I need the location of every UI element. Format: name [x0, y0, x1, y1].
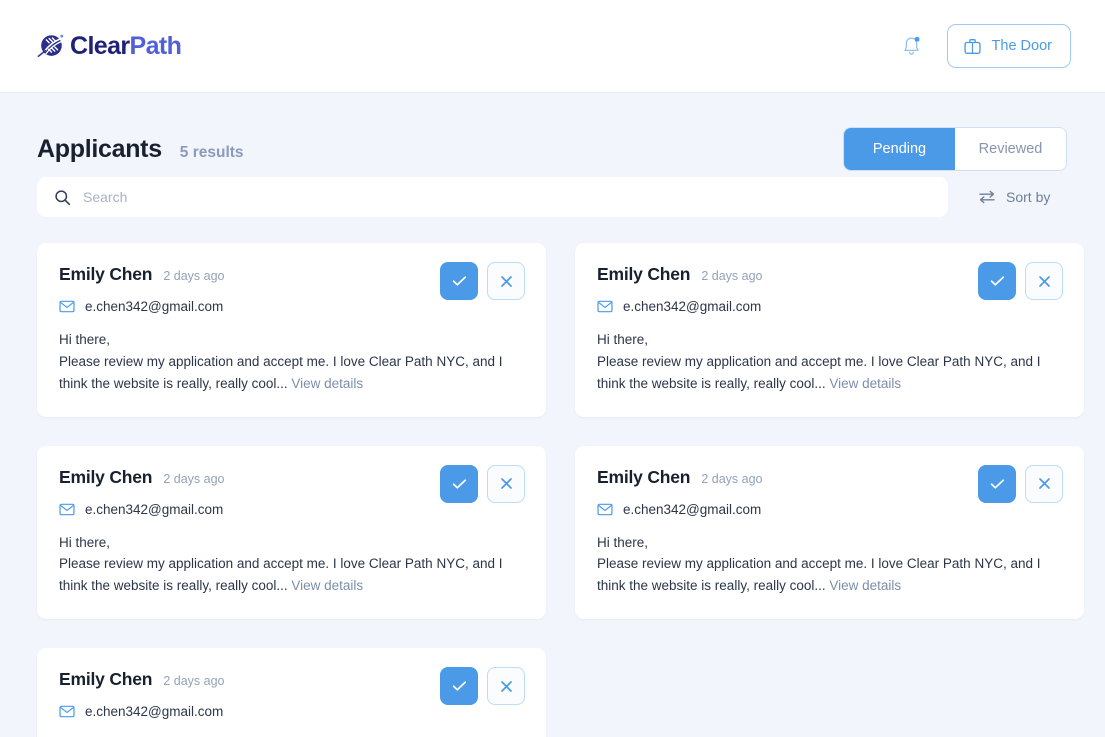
status-filter-tabs: Pending Reviewed [843, 127, 1067, 171]
applicant-email: e.chen342@gmail.com [623, 299, 762, 314]
view-details-link[interactable]: View details [829, 578, 901, 593]
accept-button[interactable] [440, 262, 478, 300]
close-icon [500, 478, 512, 489]
applicant-name: Emily Chen [597, 264, 691, 284]
search-box[interactable] [37, 177, 948, 217]
organization-label: The Door [991, 38, 1052, 54]
briefcase-icon [963, 38, 981, 54]
applicant-timestamp: 2 days ago [701, 471, 763, 486]
page-title-group: Applicants 5 results [37, 135, 244, 164]
applicant-message: Hi there, Please review my application a… [597, 532, 1045, 598]
applicant-message: Hi there, Please review my application a… [59, 532, 507, 598]
applicant-card[interactable]: Emily Chen 2 days ago e.chen342@gmail.co… [37, 445, 546, 620]
envelope-icon [59, 503, 75, 515]
header-actions: The Door [899, 24, 1071, 68]
organization-button[interactable]: The Door [946, 24, 1071, 68]
check-icon [990, 276, 1004, 286]
results-count: 5 results [179, 143, 244, 161]
applicant-email-row: e.chen342@gmail.com [59, 299, 524, 314]
message-body: Please review my application and accept … [59, 353, 503, 391]
view-details-link[interactable]: View details [829, 376, 901, 391]
check-icon [452, 681, 466, 691]
message-body: Please review my application and accept … [597, 353, 1041, 391]
brand-wordmark: ClearPath [70, 31, 182, 60]
applicant-email-row: e.chen342@gmail.com [597, 299, 1062, 314]
check-icon [990, 478, 1004, 489]
reject-button[interactable] [1025, 262, 1063, 300]
view-details-link[interactable]: View details [291, 578, 363, 593]
applicant-card[interactable]: Emily Chen 2 days ago e.chen342@gmail.co… [575, 243, 1084, 417]
applicant-timestamp: 2 days ago [163, 269, 225, 283]
applicant-message: Hi there, Please review my application a… [597, 329, 1045, 395]
applicant-card[interactable]: Emily Chen 2 days ago e.chen342@gmail.co… [37, 243, 546, 417]
accept-button[interactable] [440, 464, 478, 503]
close-icon [500, 680, 512, 692]
search-toolbar: Sort by [30, 177, 1075, 217]
applicant-email: e.chen342@gmail.com [85, 501, 224, 517]
search-input[interactable] [83, 189, 931, 205]
envelope-icon [59, 705, 75, 718]
page-header-row: Applicants 5 results Pending Reviewed [30, 93, 1075, 176]
applicant-actions [978, 262, 1063, 300]
page-content: Applicants 5 results Pending Reviewed So… [0, 93, 1105, 737]
accept-button[interactable] [440, 667, 478, 706]
applicant-timestamp: 2 days ago [163, 674, 225, 689]
bell-icon [904, 37, 920, 55]
message-greeting: Hi there, [59, 332, 111, 347]
message-body: Please review my application and accept … [59, 556, 503, 594]
check-icon [452, 276, 466, 286]
applicant-card[interactable]: Emily Chen 2 days ago e.chen342@gmail.co… [575, 445, 1084, 620]
applicant-name: Emily Chen [59, 669, 153, 690]
applicant-actions [978, 464, 1063, 503]
applicant-name: Emily Chen [59, 264, 153, 284]
envelope-icon [59, 300, 75, 313]
close-icon [1038, 478, 1050, 489]
envelope-icon [597, 503, 613, 515]
applicant-email-row: e.chen342@gmail.com [597, 502, 1062, 517]
accept-button[interactable] [978, 464, 1016, 503]
applicant-email: e.chen342@gmail.com [85, 704, 224, 720]
sort-by-button[interactable]: Sort by [978, 189, 1050, 205]
applicant-email: e.chen342@gmail.com [85, 299, 224, 314]
reject-button[interactable] [487, 667, 525, 706]
applicant-message: Hi there, Please review my application a… [59, 329, 507, 395]
applicant-card-grid: Emily Chen 2 days ago e.chen342@gmail.co… [30, 217, 1084, 737]
applicant-email-row: e.chen342@gmail.com [59, 502, 524, 517]
applicant-name: Emily Chen [59, 466, 153, 487]
message-greeting: Hi there, [597, 534, 649, 550]
applicant-card[interactable]: Emily Chen 2 days ago e.chen342@gmail.co… [37, 648, 546, 737]
applicant-actions [440, 667, 525, 706]
applicant-actions [440, 464, 525, 503]
check-icon [452, 478, 466, 489]
page-title: Applicants [37, 134, 162, 163]
accept-button[interactable] [978, 262, 1016, 300]
reject-button[interactable] [487, 464, 525, 503]
tab-reviewed[interactable]: Reviewed [955, 128, 1066, 170]
brand-logo[interactable]: ClearPath [36, 31, 182, 61]
search-icon [55, 189, 71, 205]
sort-arrows-icon [979, 190, 995, 204]
sort-by-label: Sort by [1006, 189, 1051, 205]
applicant-email-row: e.chen342@gmail.com [59, 704, 524, 719]
app-header: ClearPath The Door [0, 0, 1105, 93]
reject-button[interactable] [487, 262, 525, 300]
applicant-timestamp: 2 days ago [163, 471, 225, 486]
close-icon [500, 275, 512, 287]
close-icon [1038, 275, 1050, 287]
applicant-email: e.chen342@gmail.com [623, 501, 762, 517]
notifications-button[interactable] [899, 32, 925, 60]
brand-word-clear: Clear [70, 31, 130, 60]
reject-button[interactable] [1025, 464, 1063, 503]
view-details-link[interactable]: View details [291, 376, 363, 391]
applicant-actions [440, 262, 525, 300]
message-greeting: Hi there, [597, 332, 649, 347]
brand-word-path: Path [129, 31, 182, 60]
message-greeting: Hi there, [59, 534, 111, 550]
applicant-name: Emily Chen [597, 466, 691, 487]
message-body: Please review my application and accept … [597, 556, 1041, 594]
tab-pending[interactable]: Pending [844, 128, 955, 170]
clearpath-logo-icon [37, 34, 64, 58]
envelope-icon [597, 300, 613, 313]
applicant-timestamp: 2 days ago [701, 269, 763, 283]
